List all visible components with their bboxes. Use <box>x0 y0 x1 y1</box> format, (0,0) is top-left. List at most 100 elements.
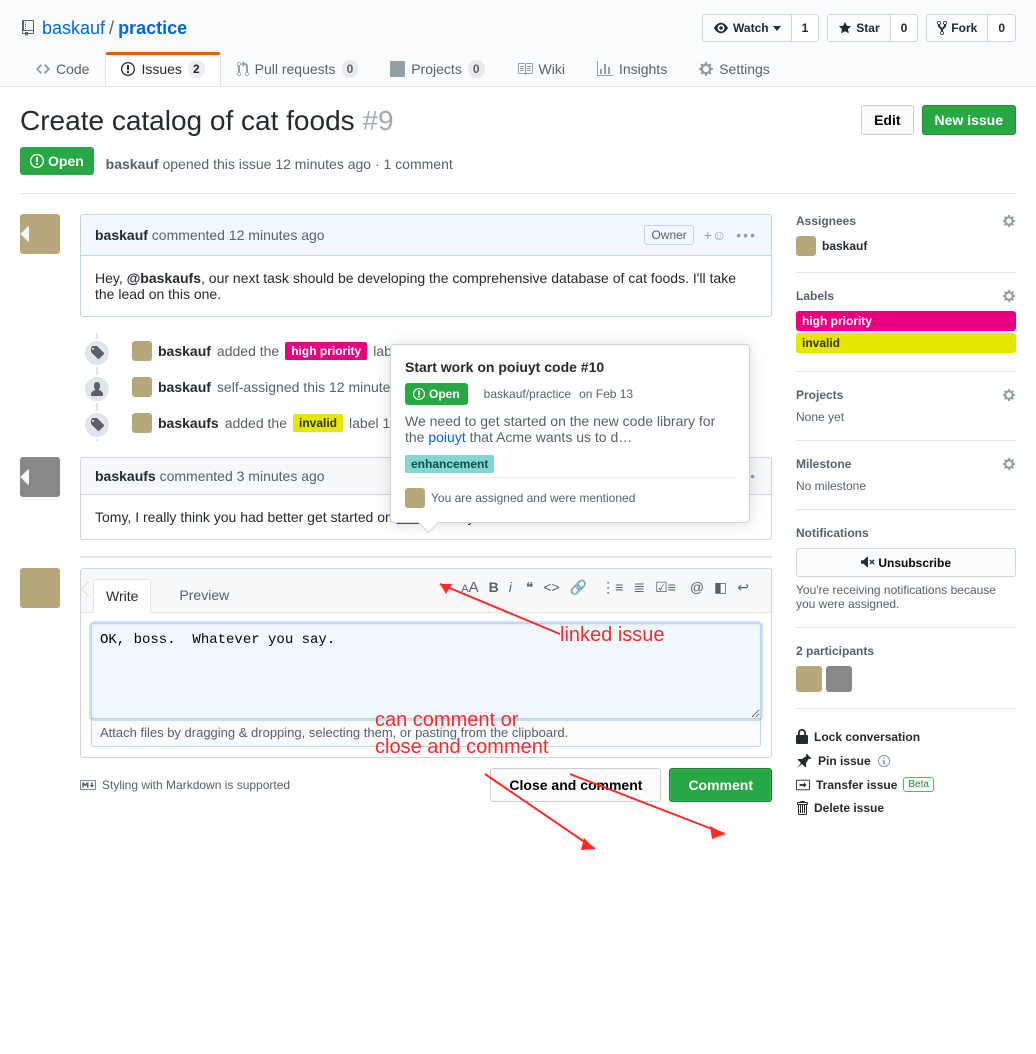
bulleted-list-icon[interactable]: ⋮≡ <box>601 579 623 604</box>
issue-hovercard: Start work on poiuyt code #10 Open baska… <box>390 344 750 523</box>
new-issue-button[interactable]: New issue <box>922 105 1016 135</box>
sidebar-labels-title[interactable]: Labels <box>796 289 834 303</box>
italic-icon[interactable]: i <box>509 579 512 604</box>
comment-button[interactable]: Comment <box>669 768 772 802</box>
avatar[interactable] <box>132 377 152 397</box>
tab-write[interactable]: Write <box>93 579 151 613</box>
sidebar-notifications-title: Notifications <box>796 526 869 540</box>
gear-icon[interactable] <box>1002 388 1016 402</box>
kebab-icon[interactable]: ••• <box>736 227 757 243</box>
tab-settings[interactable]: Settings <box>683 52 786 86</box>
fork-button[interactable]: Fork <box>926 14 988 42</box>
label-high-priority[interactable]: high priority <box>285 342 367 360</box>
book-icon <box>517 61 533 77</box>
numbered-list-icon[interactable]: ≣ <box>633 579 645 604</box>
beta-badge: Beta <box>903 777 934 792</box>
hovercard-state: Open <box>405 383 468 405</box>
text-size-icon[interactable]: AA <box>461 579 478 604</box>
link-icon[interactable]: 🔗 <box>570 579 587 604</box>
code-icon[interactable]: <> <box>543 579 559 604</box>
issue-icon <box>121 61 135 77</box>
avatar[interactable] <box>132 413 152 433</box>
tab-projects[interactable]: Projects 0 <box>374 52 500 86</box>
comment-box: baskauf commented 12 minutes ago Owner +… <box>80 214 772 317</box>
event-actor[interactable]: baskaufs <box>158 415 219 431</box>
add-reaction-icon[interactable]: +☺ <box>704 227 726 243</box>
unsubscribe-button[interactable]: Unsubscribe <box>796 548 1016 577</box>
hovercard-title[interactable]: Start work on poiuyt code <box>405 359 577 375</box>
hovercard-link[interactable]: poiuyt <box>428 429 465 445</box>
comment-author[interactable]: baskaufs <box>95 468 156 484</box>
sidebar-milestone-title[interactable]: Milestone <box>796 457 851 471</box>
trash-icon <box>796 800 808 816</box>
tab-wiki[interactable]: Wiki <box>501 52 581 86</box>
code-icon <box>36 61 50 77</box>
markdown-hint[interactable]: Styling with Markdown is supported <box>80 778 290 792</box>
watch-button[interactable]: Watch <box>702 14 792 42</box>
bold-icon[interactable]: B <box>489 579 499 604</box>
issues-count: 2 <box>188 60 205 78</box>
mute-icon <box>861 555 875 569</box>
sidebar-projects-title[interactable]: Projects <box>796 388 843 402</box>
participant-avatar[interactable] <box>826 666 852 692</box>
markdown-icon <box>80 779 96 791</box>
fork-icon <box>937 20 947 36</box>
comment-textarea[interactable] <box>91 623 761 719</box>
tag-icon <box>83 411 111 439</box>
avatar <box>796 236 816 256</box>
sidebar-label-invalid[interactable]: invalid <box>796 333 1016 353</box>
participant-avatar[interactable] <box>796 666 822 692</box>
lock-conversation-link[interactable]: Lock conversation <box>796 725 1016 749</box>
gear-icon[interactable] <box>1002 214 1016 228</box>
caret-down-icon <box>773 26 781 31</box>
drag-drop-hint[interactable]: Attach files by dragging & dropping, sel… <box>91 718 761 747</box>
projects-count: 0 <box>468 60 485 78</box>
star-count[interactable]: 0 <box>891 14 919 42</box>
tasklist-icon[interactable]: ☑≡ <box>655 579 676 604</box>
event-actor[interactable]: baskauf <box>158 343 211 359</box>
sidebar-milestone-none: No milestone <box>796 479 1016 493</box>
reference-icon[interactable]: ◧ <box>714 579 727 604</box>
transfer-issue-link[interactable]: Transfer issue Beta <box>796 773 1016 796</box>
mention-icon[interactable]: @ <box>690 579 704 604</box>
new-comment-box: Write Preview AA B i ❝ <> 🔗 <box>80 568 772 758</box>
avatar[interactable] <box>20 568 60 608</box>
info-icon[interactable] <box>877 754 891 768</box>
fork-count[interactable]: 0 <box>988 14 1016 42</box>
pin-issue-link[interactable]: Pin issue <box>796 749 1016 773</box>
watch-count[interactable]: 1 <box>792 14 820 42</box>
tab-preview[interactable]: Preview <box>167 579 241 612</box>
assignee-user[interactable]: baskauf <box>796 236 1016 256</box>
comment-body: Hey, @baskaufs, our next task should be … <box>81 256 771 316</box>
tab-code[interactable]: Code <box>20 52 105 86</box>
star-button[interactable]: Star <box>827 14 890 42</box>
repo-name-link[interactable]: practice <box>118 18 187 39</box>
issue-author[interactable]: baskauf <box>106 156 159 172</box>
quote-icon[interactable]: ❝ <box>526 579 534 604</box>
label-enhancement[interactable]: enhancement <box>405 455 494 473</box>
pin-icon <box>796 753 812 769</box>
gear-icon[interactable] <box>1002 457 1016 471</box>
tab-insights[interactable]: Insights <box>581 52 683 86</box>
repo-nav: Code Issues 2 Pull requests 0 Projects 0… <box>0 42 1036 87</box>
close-and-comment-button[interactable]: Close and comment <box>490 768 661 802</box>
tag-icon <box>83 339 111 367</box>
label-invalid[interactable]: invalid <box>293 414 343 432</box>
repo-owner-link[interactable]: baskauf <box>42 18 105 39</box>
delete-issue-link[interactable]: Delete issue <box>796 796 1016 820</box>
sidebar-label-high-priority[interactable]: high priority <box>796 311 1016 331</box>
sidebar-participants-title: 2 participants <box>796 644 874 658</box>
repo-icon <box>20 20 36 36</box>
tab-issues[interactable]: Issues 2 <box>105 52 220 86</box>
gear-icon <box>699 61 713 77</box>
edit-button[interactable]: Edit <box>861 105 913 135</box>
tab-pull-requests[interactable]: Pull requests 0 <box>221 52 375 86</box>
sidebar-assignees-title[interactable]: Assignees <box>796 214 856 228</box>
avatar[interactable] <box>132 341 152 361</box>
issue-open-icon <box>30 153 44 169</box>
gear-icon[interactable] <box>1002 289 1016 303</box>
reply-icon[interactable]: ↩ <box>737 579 749 604</box>
person-icon <box>83 375 111 403</box>
comment-author[interactable]: baskauf <box>95 227 148 243</box>
event-actor[interactable]: baskauf <box>158 379 211 395</box>
